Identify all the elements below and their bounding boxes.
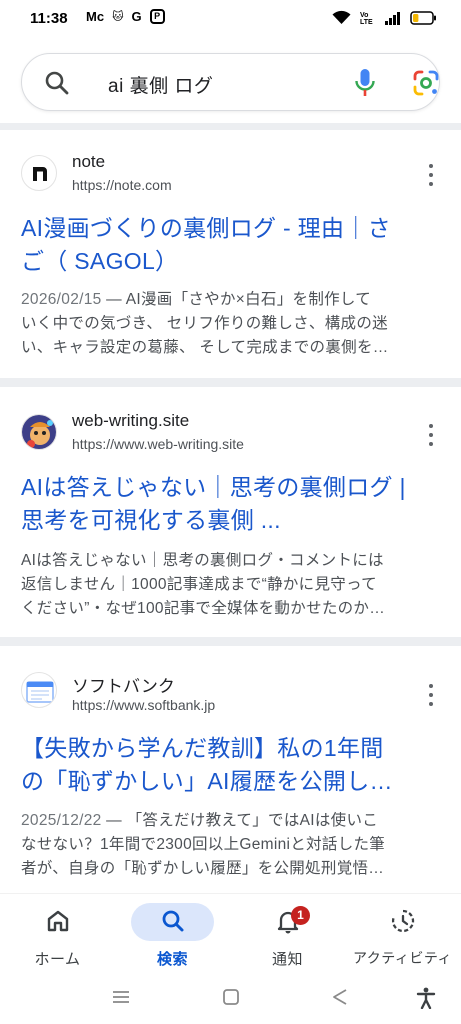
nav-item-activity[interactable]: アクティビティ bbox=[345, 894, 460, 980]
recent-apps-icon[interactable] bbox=[111, 987, 131, 1007]
result-title-line[interactable]: ご（ SAGOL） bbox=[21, 245, 441, 278]
snippet-text: 返信しません｜1000記事達成まで“静かに見守って bbox=[21, 576, 377, 593]
status-bar: 11:38 Mc 🐱 G P Vo LTE bbox=[0, 0, 461, 40]
result-title-link[interactable]: AIは答えじゃない｜思考の裏側ログ | 思考を可視化する裏側 ... bbox=[21, 471, 441, 537]
divider bbox=[0, 123, 461, 130]
google-app-icon: G bbox=[131, 9, 142, 24]
nav-label: ホーム bbox=[34, 951, 81, 968]
more-options-icon[interactable] bbox=[424, 684, 438, 706]
system-navigation-bar bbox=[0, 979, 461, 1024]
result-title-line[interactable]: の「恥ずかしい」AI履歴を公開し… bbox=[21, 765, 441, 798]
bottom-navigation: ホーム 検索 1 通知 アクティビティ bbox=[0, 893, 461, 979]
nav-label: アクティビティ bbox=[352, 950, 453, 966]
result-title-line[interactable]: AIは答えじゃない｜思考の裏側ログ | bbox=[21, 471, 441, 504]
site-url[interactable]: https://note.com bbox=[72, 177, 172, 193]
nav-label: 通知 bbox=[271, 951, 303, 968]
google-lens-icon[interactable] bbox=[412, 69, 440, 97]
site-url[interactable]: https://www.softbank.jp bbox=[72, 697, 215, 713]
site-name[interactable]: note bbox=[72, 152, 105, 172]
result-title-link[interactable]: AI漫画づくりの裏側ログ - 理由｜さ ご（ SAGOL） bbox=[21, 212, 441, 278]
site-name[interactable]: ソフトバンク bbox=[72, 672, 175, 697]
search-result-card: note https://note.com AI漫画づくりの裏側ログ - 理由｜… bbox=[0, 130, 461, 380]
result-date: 2026/02/15 bbox=[21, 291, 102, 308]
result-title-line[interactable]: 思考を可視化する裏側 ... bbox=[21, 504, 441, 537]
search-bar[interactable]: ai 裏側 ログ bbox=[21, 53, 440, 111]
web-writing-favicon-icon[interactable] bbox=[21, 414, 57, 450]
site-name[interactable]: web-writing.site bbox=[72, 411, 189, 431]
result-separator bbox=[0, 378, 461, 387]
search-icon[interactable] bbox=[44, 70, 70, 96]
result-separator bbox=[0, 637, 461, 646]
microphone-icon[interactable] bbox=[354, 68, 376, 98]
result-snippet: 2026/02/15 — AI漫画「さやか×白石」を制作して いく中での気づき、… bbox=[21, 288, 441, 360]
wifi-icon bbox=[332, 10, 351, 24]
volte-icon: Vo LTE bbox=[360, 12, 373, 25]
result-title-line[interactable]: AI漫画づくりの裏側ログ - 理由｜さ bbox=[21, 212, 441, 245]
site-url[interactable]: https://www.web-writing.site bbox=[72, 436, 244, 452]
signal-icon bbox=[385, 11, 400, 25]
snippet-text: 者が、自身の「恥ずかしい履歴」を公開処刑覚悟… bbox=[21, 860, 385, 877]
snippet-text: なせない？1年間で2300回以上Geminiと対話した筆 bbox=[21, 836, 386, 853]
snippet-text: ください”・なぜ100記事で全媒体を動かせたのか… bbox=[21, 600, 386, 617]
nav-label: 検索 bbox=[156, 951, 188, 968]
notification-icons: Mc 🐱 G P bbox=[86, 9, 165, 24]
search-result-card: ソフトバンク https://www.softbank.jp 【失敗から学んだ教… bbox=[0, 646, 461, 894]
more-options-icon[interactable] bbox=[424, 164, 438, 186]
result-snippet: 2025/12/22 — 「答えだけ教えて」ではAIは使いこ なせない？1年間で… bbox=[21, 809, 441, 881]
nav-item-home[interactable]: ホーム bbox=[0, 894, 115, 980]
note-favicon-icon[interactable] bbox=[21, 155, 57, 191]
battery-icon bbox=[410, 10, 436, 25]
snippet-text: — AI漫画「さやか×白石」を制作して bbox=[101, 291, 372, 308]
snippet-text: — 「答えだけ教えて」ではAIは使いこ bbox=[101, 812, 379, 829]
home-icon bbox=[47, 910, 68, 932]
status-time: 11:38 bbox=[30, 10, 68, 27]
snippet-text: い、キャラ設定の葛藤、 そして完成までの裏側を… bbox=[21, 339, 389, 356]
more-options-icon[interactable] bbox=[424, 424, 438, 446]
snippet-text: AIは答えじゃない｜思考の裏側ログ・コメントには bbox=[21, 552, 384, 569]
search-input[interactable]: ai 裏側 ログ bbox=[108, 71, 213, 98]
result-title-link[interactable]: 【失敗から学んだ教訓】私の1年間 の「恥ずかしい」AI履歴を公開し… bbox=[21, 732, 441, 798]
cat-app-icon: 🐱 bbox=[112, 11, 124, 23]
snippet-text: いく中での気づき、 セリフ作りの難しさ、構成の迷 bbox=[21, 315, 388, 332]
app-notification-icon: Mc bbox=[86, 9, 105, 24]
notification-badge: 1 bbox=[291, 906, 310, 925]
softbank-favicon-icon[interactable] bbox=[21, 672, 57, 708]
p-app-icon: P bbox=[149, 9, 165, 24]
search-icon bbox=[162, 910, 183, 932]
home-button-icon[interactable] bbox=[221, 987, 241, 1007]
svg-text:LTE: LTE bbox=[360, 19, 373, 25]
search-result-card: web-writing.site https://www.web-writing… bbox=[0, 387, 461, 637]
back-icon[interactable] bbox=[330, 987, 350, 1007]
svg-text:Vo: Vo bbox=[360, 12, 368, 19]
nav-item-search[interactable]: 検索 bbox=[115, 894, 230, 980]
result-snippet: AIは答えじゃない｜思考の裏側ログ・コメントには 返信しません｜1000記事達成… bbox=[21, 549, 441, 621]
accessibility-icon[interactable] bbox=[416, 987, 436, 1009]
result-title-line[interactable]: 【失敗から学んだ教訓】私の1年間 bbox=[21, 732, 441, 765]
system-status-icons: Vo LTE bbox=[332, 10, 437, 25]
nav-item-notifications[interactable]: 1 通知 bbox=[230, 894, 345, 980]
result-date: 2025/12/22 bbox=[21, 812, 102, 829]
activity-icon bbox=[391, 909, 414, 933]
